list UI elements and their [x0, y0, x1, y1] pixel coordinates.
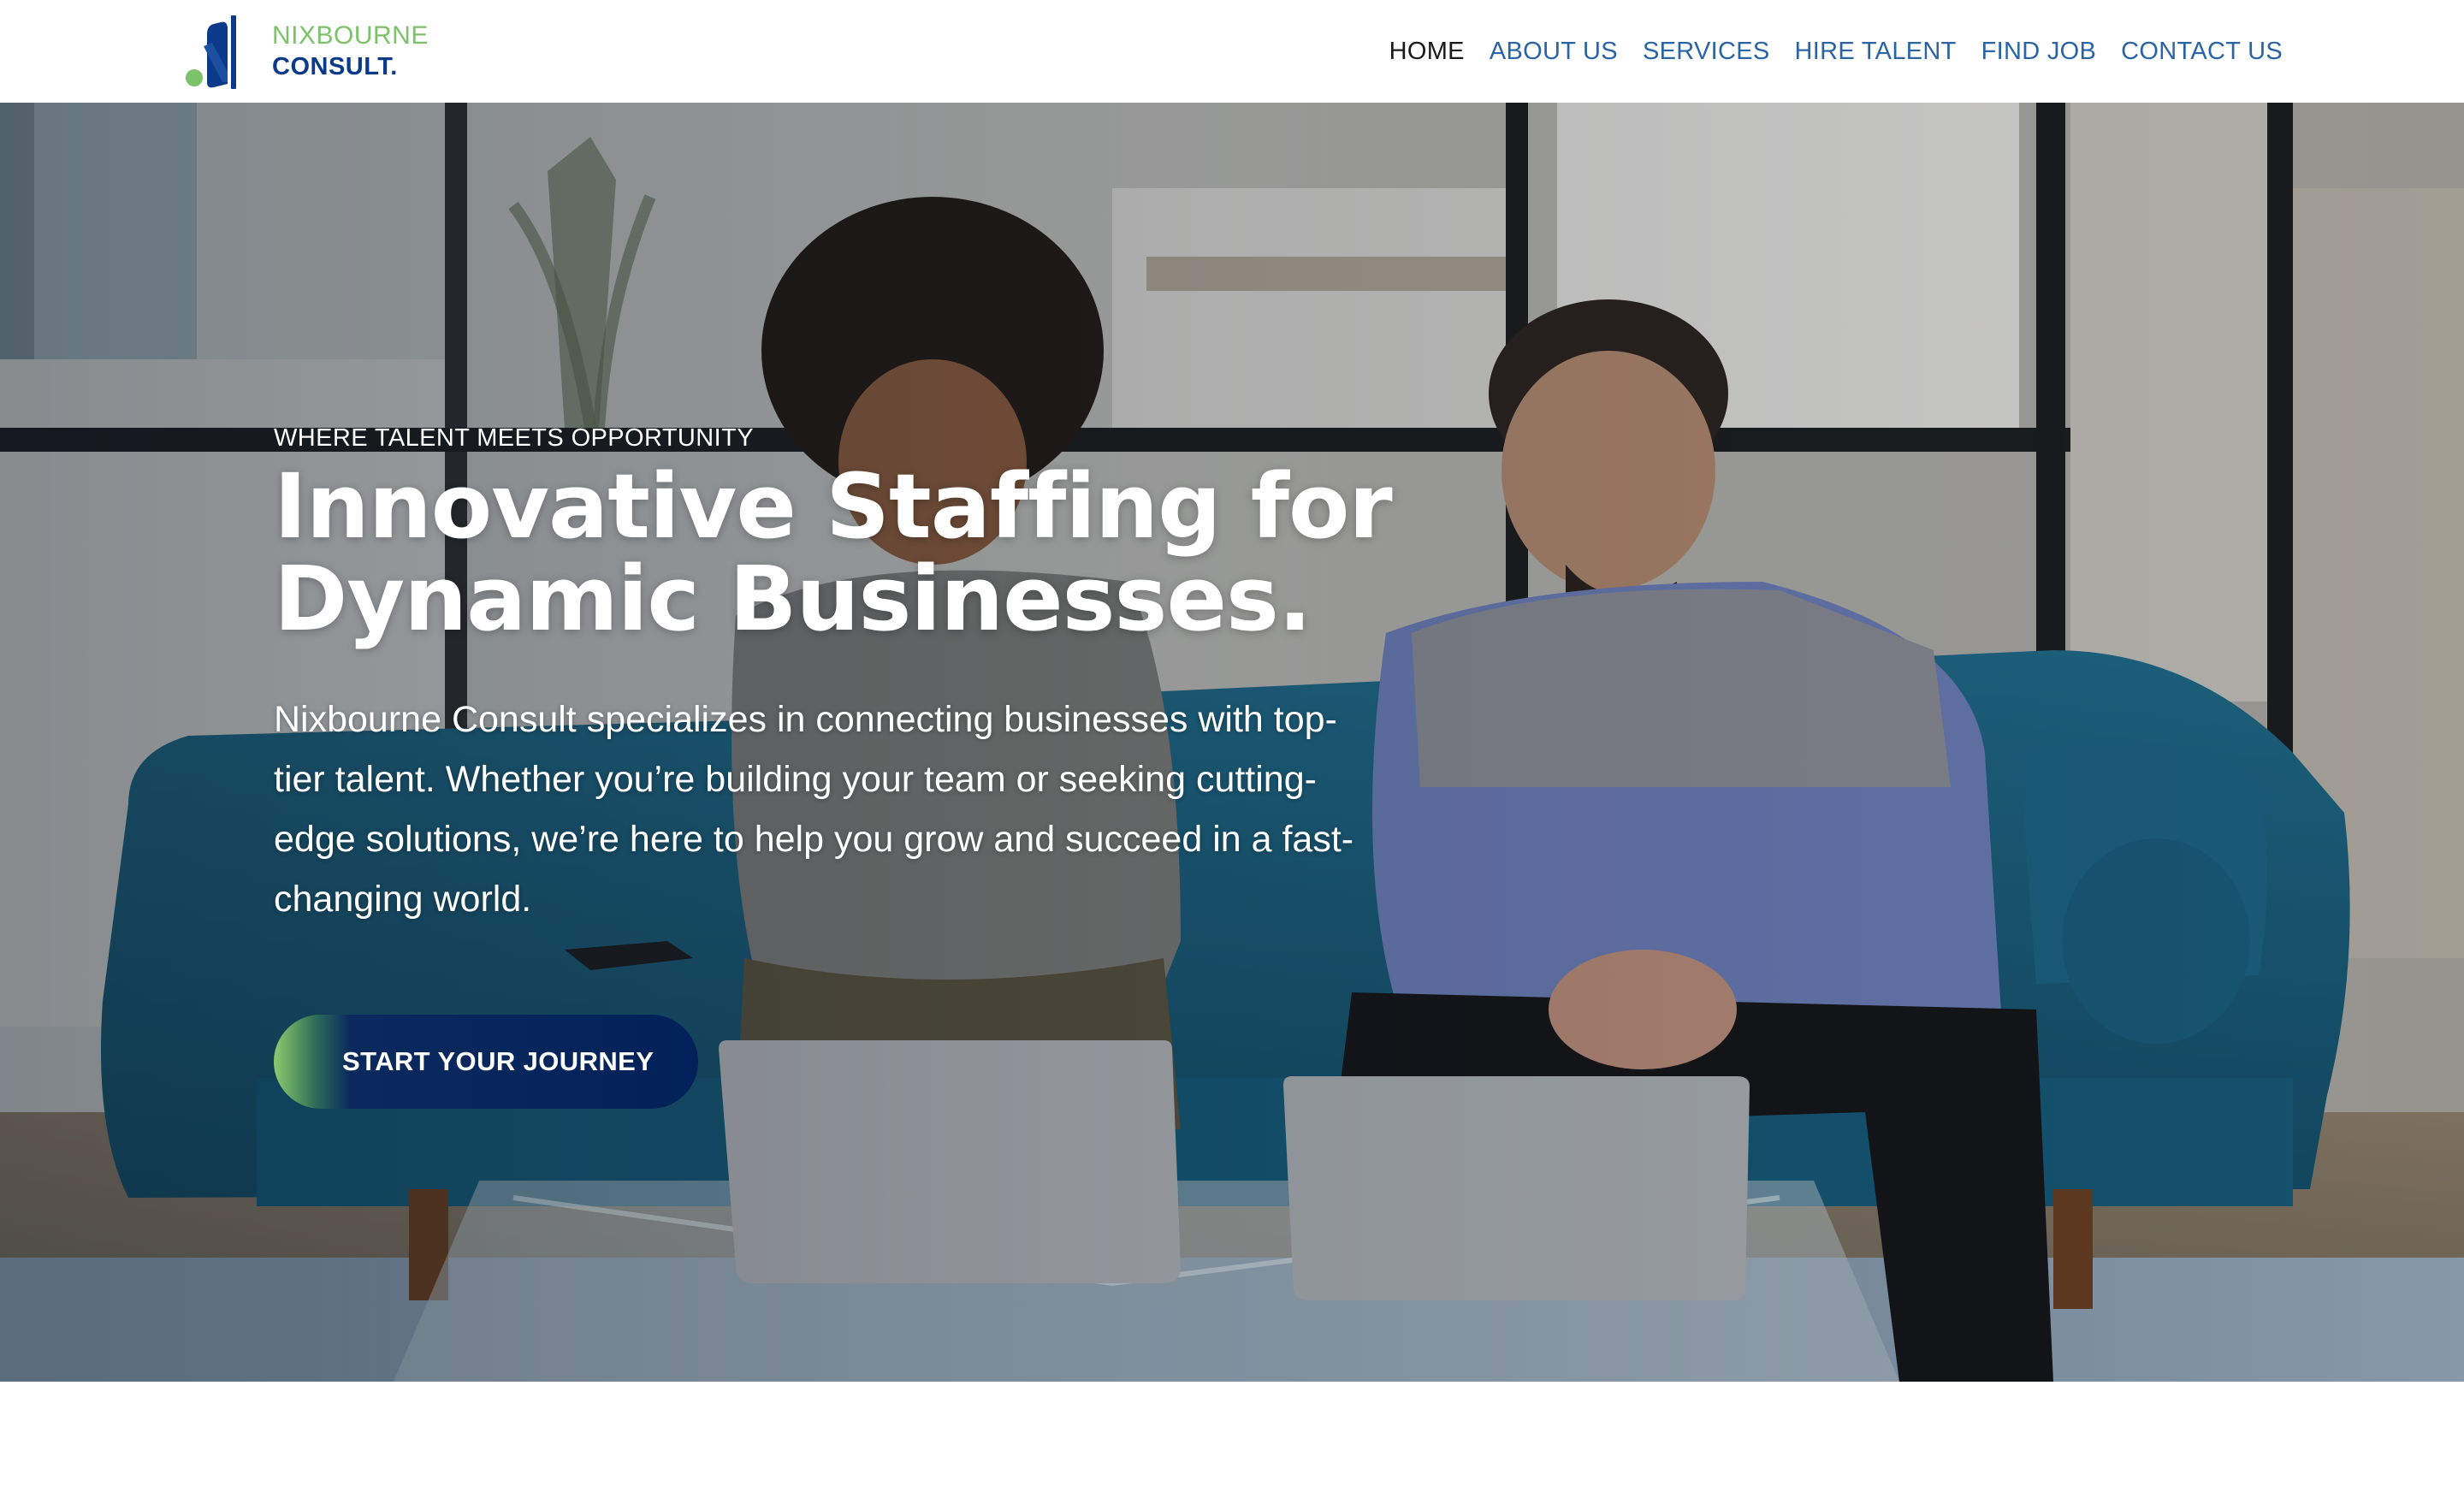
nav-hire-talent[interactable]: HIRE TALENT	[1795, 33, 1957, 70]
hero-description: Nixbourne Consult specializes in connect…	[274, 699, 1354, 920]
main-nav: HOME ABOUT US SERVICES HIRE TALENT FIND …	[1389, 33, 2283, 70]
nav-home[interactable]: HOME	[1389, 33, 1465, 70]
site-header: NIXBOURNE CONSULT. HOME ABOUT US SERVICE…	[0, 0, 2464, 103]
logo-mark-icon	[186, 15, 236, 89]
logo-line-1: NIXBOURNE	[272, 21, 429, 50]
nav-contact-us[interactable]: CONTACT US	[2121, 33, 2283, 70]
logo-text: NIXBOURNE CONSULT.	[272, 21, 429, 82]
nav-find-job[interactable]: FIND JOB	[1981, 33, 2097, 70]
below-hero-area	[0, 1382, 2464, 1498]
site-logo[interactable]: NIXBOURNE CONSULT.	[183, 12, 428, 91]
nav-services[interactable]: SERVICES	[1643, 33, 1770, 70]
hero-content: WHERE TALENT MEETS OPPORTUNITY Innovativ…	[274, 423, 1403, 929]
hero-headline-line-1: Innovative Staffing for	[274, 454, 1393, 559]
hero-section: WHERE TALENT MEETS OPPORTUNITY Innovativ…	[0, 103, 2464, 1382]
logo-line-2: CONSULT.	[272, 53, 398, 80]
hero-headline-line-2: Dynamic Businesses.	[274, 547, 1312, 651]
hero-headline: Innovative Staffing for Dynamic Business…	[274, 460, 1403, 645]
start-journey-button[interactable]: START YOUR JOURNEY	[274, 1015, 698, 1109]
nav-about-us[interactable]: ABOUT US	[1490, 33, 1618, 70]
hero-eyebrow: WHERE TALENT MEETS OPPORTUNITY	[274, 424, 754, 452]
